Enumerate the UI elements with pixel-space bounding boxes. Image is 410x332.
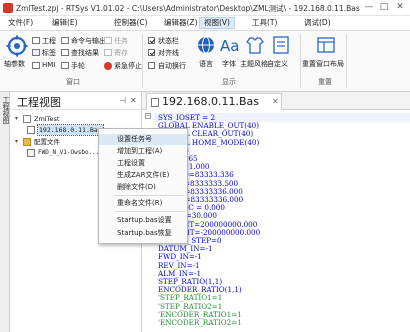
title-bar: ZmlTest.zpj - RTSys V1.01.02 - C:\Users\… (0, 0, 410, 16)
menu-tools[interactable]: 工具(T) (248, 17, 281, 29)
find-results-button[interactable]: 查找结果 (71, 48, 99, 58)
folder-icon (23, 138, 31, 146)
customize-icon (273, 36, 289, 54)
ribbon-separator (142, 34, 143, 88)
tree-node-label: 192.168.0.11.Bas (37, 124, 104, 136)
context-menu: 设置任务号 增加到工程(A) 工程设置 生成ZAR文件(E) 删除文件(D) 重… (98, 128, 188, 244)
project-button[interactable]: 工程 (42, 36, 56, 46)
ribbon-view: 轴参数 工程 标签 HMI 命令与输出 查找结果 手轮 任务 寄存 紧急停止 窗… (0, 30, 410, 92)
font-button[interactable]: 字体 (222, 59, 236, 69)
handwheel-icon (61, 62, 69, 69)
editor-tab-bas[interactable]: 192.168.0.11.Bas ✕ (146, 93, 282, 110)
reset-group-label: 重置 (318, 78, 332, 86)
ctx-startup-settings[interactable]: Startup.bas设置 (99, 215, 187, 226)
tree-node-label: FWD_N_V1-Owsbo... (38, 149, 100, 156)
tree-node-label: ZmlTest (34, 115, 60, 123)
ctx-set-task-number[interactable]: 设置任务号 (99, 134, 187, 145)
register-button[interactable]: 寄存 (114, 48, 128, 58)
ctx-startup-restore[interactable]: Startup.bas恢复 (99, 228, 187, 239)
display-group-label: 显示 (222, 78, 236, 86)
panel-title: 工程视图 (17, 96, 61, 109)
tag-button[interactable]: 标签 (42, 48, 56, 58)
menu-bar: 文件(F) 编辑(E) 控制器(C) 编辑器(Z) 视图(V) 工具(T) 调试… (0, 16, 410, 30)
theme-style-icon (246, 37, 264, 54)
axis-params-icon[interactable] (6, 35, 28, 57)
alignment-line-label: 对齐线 (158, 49, 179, 57)
word-wrap-label: 自动换行 (158, 62, 186, 70)
close-panel-icon[interactable]: ✕ (130, 96, 137, 105)
ctx-rename-file[interactable]: 重命名文件(R) (99, 198, 187, 209)
menu-editor[interactable]: 编辑器(Z) (160, 17, 202, 29)
editor-tab-bar: 192.168.0.11.Bas ✕ (142, 92, 410, 110)
ribbon-separator (346, 34, 347, 88)
svg-text:Aa: Aa (220, 37, 239, 55)
window-title: ZmlTest.zpj - RTSys V1.01.02 - C:\Users\… (16, 4, 360, 13)
command-output-button[interactable]: 命令与输出 (71, 36, 106, 46)
ctx-project-settings[interactable]: 工程设置 (99, 158, 187, 169)
ribbon-separator (300, 34, 301, 88)
window-group-label: 窗口 (66, 78, 80, 86)
menu-view[interactable]: 视图(V) (199, 17, 235, 29)
alignment-line-checkbox[interactable] (148, 49, 155, 56)
ctx-generate-zar[interactable]: 生成ZAR文件(E) (99, 170, 187, 181)
tree-node-label: 配置文件 (34, 138, 60, 146)
project-file-icon (23, 115, 31, 123)
side-tab-strip: 工程视图 (0, 92, 10, 332)
menu-file[interactable]: 文件(F) (4, 17, 37, 29)
command-output-icon (61, 37, 69, 44)
reset-layout-button[interactable]: 重置窗口布局 (302, 59, 344, 69)
hmi-icon (32, 62, 40, 69)
minimize-button[interactable]: — (363, 2, 375, 13)
restore-button[interactable]: □ (378, 2, 390, 13)
project-icon (32, 37, 40, 44)
menu-controller[interactable]: 控制器(C) (110, 17, 152, 29)
font-icon: Aa (220, 37, 239, 55)
pin-icon[interactable]: ⊣ (119, 96, 126, 105)
customize-button[interactable]: 自定义 (267, 59, 288, 69)
word-wrap-checkbox[interactable] (148, 62, 155, 69)
side-tab-project-view[interactable]: 工程视图 (1, 96, 11, 124)
bas-file-icon (151, 98, 159, 107)
ctx-add-to-project[interactable]: 增加到工程(A) (99, 146, 187, 157)
statusbar-checkbox[interactable] (148, 37, 155, 44)
panel-header: 工程视图 ⊣ ✕ (11, 92, 142, 110)
tag-icon (32, 49, 40, 56)
theme-style-button[interactable]: 主题风格 (240, 59, 268, 69)
task-button[interactable]: 任务 (114, 36, 128, 46)
language-button[interactable]: 语言 (199, 59, 213, 69)
language-icon (198, 36, 214, 54)
code-editor[interactable]: SYS_IOSET = 2 GLOBAL ENABLE_OUT(40) GLOBAL… (154, 110, 410, 332)
task-icon (104, 37, 112, 44)
statusbar-label: 状态栏 (158, 37, 179, 45)
app-logo-icon (3, 3, 13, 13)
axis-params-button[interactable]: 轴参数 (4, 59, 25, 69)
menu-debug[interactable]: 调试(D) (300, 17, 335, 29)
ctx-separator (115, 211, 185, 212)
handwheel-button[interactable]: 手轮 (71, 61, 85, 71)
register-icon (104, 49, 112, 56)
ctx-separator (115, 195, 185, 196)
expand-icon[interactable]: ▾ (15, 137, 18, 147)
menu-edit[interactable]: 编辑(E) (48, 17, 82, 29)
expand-icon[interactable]: ▾ (15, 114, 18, 124)
find-results-icon (61, 49, 69, 56)
editor-tab-label: 192.168.0.11.Bas (162, 95, 259, 108)
reset-layout-icon (317, 37, 335, 53)
close-window-button[interactable]: ✕ (394, 2, 406, 13)
code-comment-line: 'ENCODER_RATIO2=1 (158, 318, 242, 327)
hmi-button[interactable]: HMI (42, 61, 55, 69)
emergency-stop-button[interactable]: 紧急停止 (114, 61, 142, 71)
bas-file-icon (27, 126, 35, 134)
fold-icon[interactable]: − (145, 113, 151, 119)
config-file-icon (27, 149, 35, 157)
emergency-stop-icon (104, 62, 112, 70)
ctx-delete-file[interactable]: 删除文件(D) (99, 182, 187, 193)
tree-node-project[interactable]: ▾ ZmlTest (15, 114, 135, 124)
close-tab-icon[interactable]: ✕ (272, 97, 279, 106)
